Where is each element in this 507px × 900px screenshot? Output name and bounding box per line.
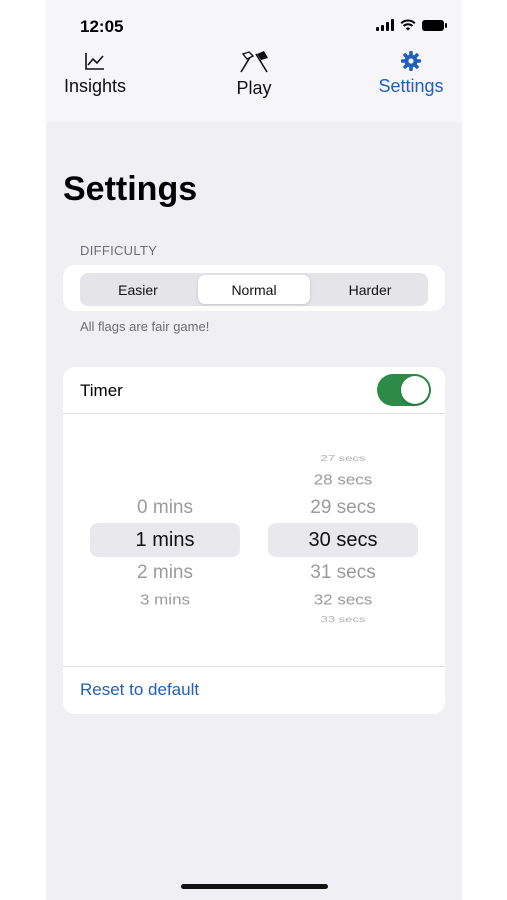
- seconds-option[interactable]: 31 secs: [268, 562, 418, 584]
- status-icons: [376, 19, 447, 31]
- gear-icon: [374, 46, 448, 76]
- battery-icon: [422, 19, 447, 31]
- seconds-option-selected[interactable]: 30 secs: [268, 529, 418, 552]
- seconds-option[interactable]: 28 secs: [268, 472, 418, 489]
- difficulty-section-label: DIFFICULTY: [80, 243, 158, 258]
- seconds-option[interactable]: 32 secs: [268, 592, 418, 609]
- divider: [63, 666, 445, 667]
- top-tab-bar: Insights Play Settings: [46, 46, 462, 122]
- crossed-flags-icon: [218, 46, 290, 78]
- timer-card: Timer 0 mins 1 mins 2 mins 3 mins 27 sec…: [63, 367, 445, 714]
- difficulty-footnote: All flags are fair game!: [80, 319, 210, 334]
- divider: [63, 413, 445, 414]
- tab-settings[interactable]: Settings: [374, 46, 448, 97]
- seconds-option[interactable]: 33 secs: [268, 615, 418, 624]
- seconds-option[interactable]: 29 secs: [268, 497, 418, 519]
- status-bar: 12:05: [46, 0, 462, 46]
- wifi-icon: [400, 19, 416, 31]
- difficulty-option-normal[interactable]: Normal: [198, 275, 310, 304]
- tab-insights-label: Insights: [63, 76, 127, 96]
- timer-toggle[interactable]: [377, 374, 431, 406]
- minutes-option-selected[interactable]: 1 mins: [90, 529, 240, 552]
- seconds-option[interactable]: 27 secs: [268, 454, 418, 463]
- difficulty-option-harder[interactable]: Harder: [314, 275, 426, 304]
- tab-insights[interactable]: Insights: [58, 46, 132, 97]
- timer-label: Timer: [80, 381, 123, 400]
- difficulty-segmented-control: Easier Normal Harder: [80, 273, 428, 306]
- minutes-option[interactable]: 2 mins: [90, 562, 240, 584]
- home-indicator[interactable]: [181, 884, 328, 889]
- difficulty-card: Easier Normal Harder: [63, 265, 445, 311]
- page-title: Settings: [63, 170, 198, 208]
- status-time: 12:05: [80, 17, 124, 36]
- difficulty-option-easier[interactable]: Easier: [82, 275, 194, 304]
- minutes-option[interactable]: 0 mins: [90, 497, 240, 519]
- cellular-signal-icon: [376, 19, 394, 31]
- tab-play[interactable]: Play: [218, 46, 290, 99]
- tab-play-label: Play: [236, 78, 272, 98]
- phone-screen: 12:05 Insights Play Settings Settings DI…: [46, 0, 462, 900]
- toggle-knob: [401, 376, 429, 404]
- minutes-option[interactable]: 3 mins: [90, 592, 240, 609]
- chart-line-icon: [58, 46, 132, 76]
- reset-to-default-button[interactable]: Reset to default: [80, 680, 199, 700]
- tab-settings-label: Settings: [378, 76, 444, 96]
